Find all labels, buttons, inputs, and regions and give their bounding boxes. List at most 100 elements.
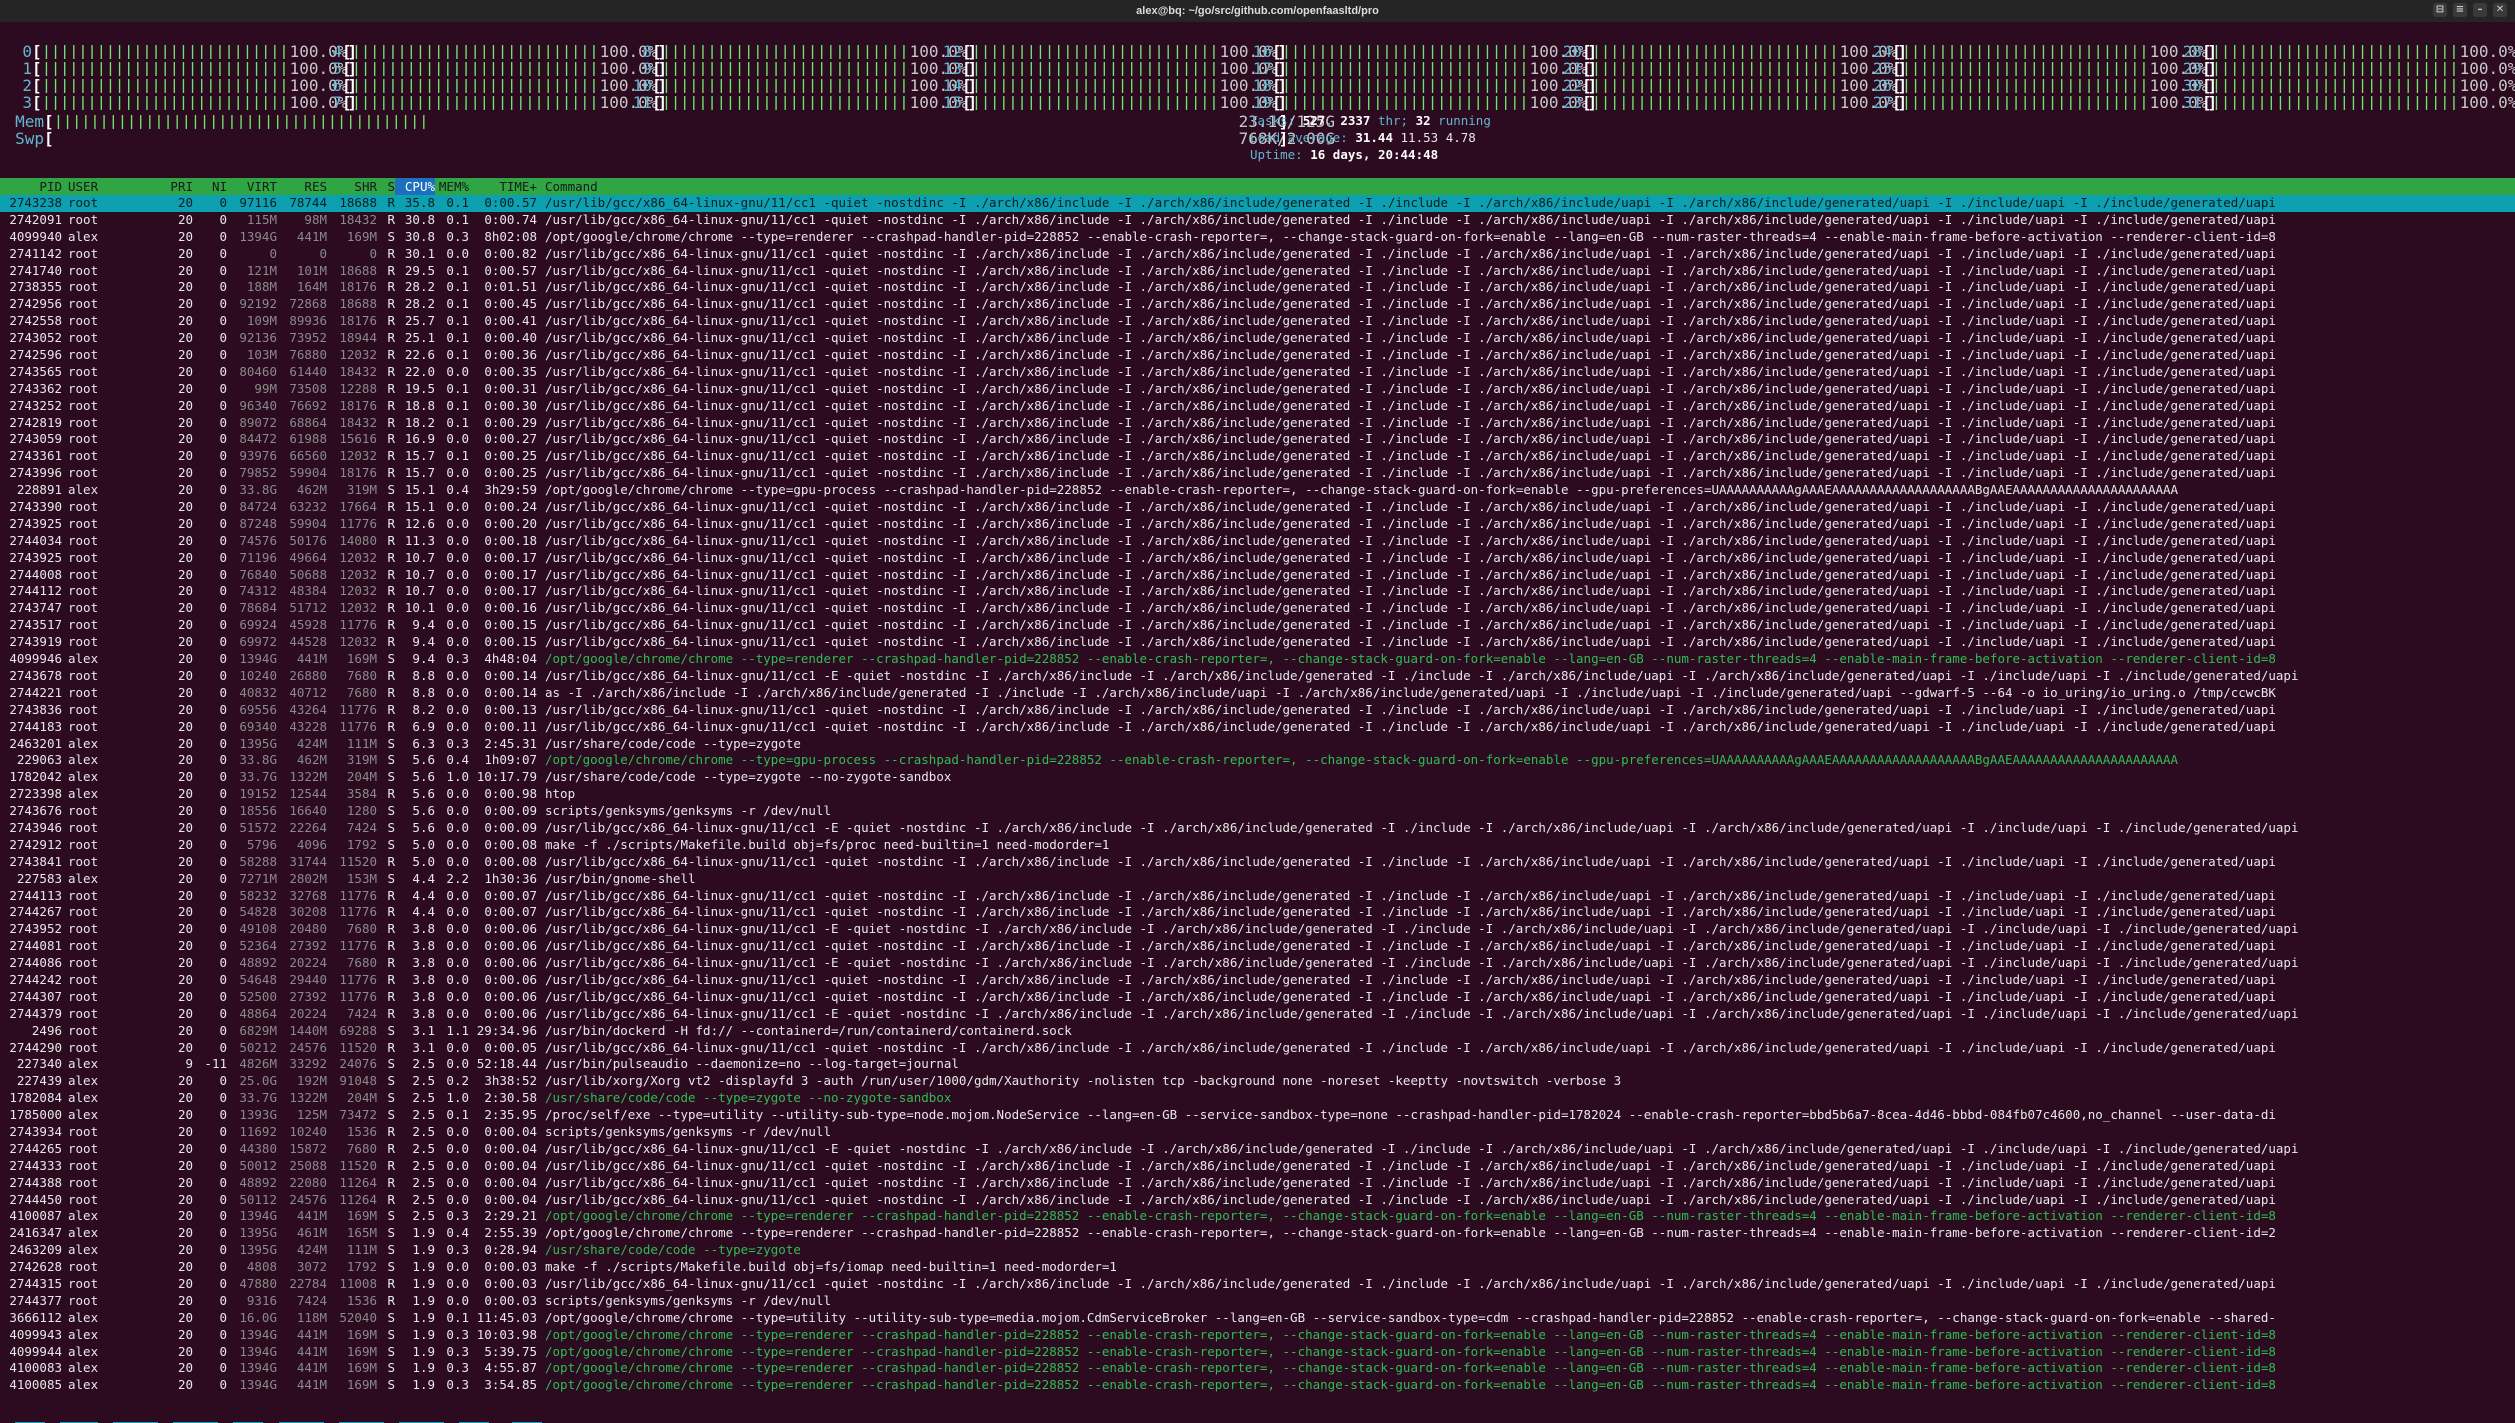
cell-cmd: /opt/google/chrome/chrome --type=rendere… (545, 1326, 2276, 1342)
table-row[interactable]: 4100085 alex 20 0 1394G 441M 169M S 1.9 0.3 3:54.8… (0, 1377, 2515, 1394)
table-row[interactable]: 2743952 root 20 0 49108 20480 7680 R 3.8 0.0 0:00.… (0, 921, 2515, 938)
table-row[interactable]: 2741142 root 20 0 0 0 0 R 30.1 0.0 0:00.82/usr/lib… (0, 246, 2515, 263)
table-row[interactable]: 227583 alex 20 0 7271M 2802M 153M S 4.4 2.2 1h30:3… (0, 871, 2515, 888)
table-row[interactable]: 4099943 alex 20 0 1394G 441M 169M S 1.9 0.3 10:03.… (0, 1327, 2515, 1344)
table-row[interactable]: 2743919 root 20 0 69972 44528 12032 R 9.4 0.0 0:00… (0, 634, 2515, 651)
table-row-selected[interactable]: 2743238 root 20 0 97116 78744 18688 R 35.8 0.1 0:0… (0, 195, 2515, 212)
table-row[interactable]: 2744008 root 20 0 76840 50688 12032 R 10.7 0.0 0:0… (0, 567, 2515, 584)
table-row[interactable]: 4099946 alex 20 0 1394G 441M 169M S 9.4 0.3 4h48:0… (0, 651, 2515, 668)
table-row[interactable]: 2744388 root 20 0 48892 22080 11264 R 2.5 0.0 0:00… (0, 1175, 2515, 1192)
table-row[interactable]: 4099944 alex 20 0 1394G 441M 169M S 1.9 0.3 5:39.7… (0, 1344, 2515, 1361)
table-row[interactable]: 2743517 root 20 0 69924 45928 11776 R 9.4 0.0 0:00… (0, 617, 2515, 634)
table-row[interactable]: 2743996 root 20 0 79852 59904 18176 R 15.7 0.0 0:0… (0, 465, 2515, 482)
table-row[interactable]: 1782084 alex 20 0 33.7G 1322M 204M S 2.5 1.0 2:30.… (0, 1090, 2515, 1107)
table-row[interactable]: 2743052 root 20 0 92136 73952 18944 R 25.1 0.1 0:0… (0, 330, 2515, 347)
table-row[interactable]: 2463201 alex 20 0 1395G 424M 111M S 6.3 0.3 2:45.3… (0, 736, 2515, 753)
table-row[interactable]: 2744221 root 20 0 40832 40712 7680 R 8.8 0.0 0:00.… (0, 685, 2515, 702)
table-row[interactable]: 2416347 alex 20 0 1395G 461M 165M S 1.9 0.4 2:55.3… (0, 1225, 2515, 1242)
column-pid[interactable]: PID (0, 178, 62, 195)
table-row[interactable]: 2463209 alex 20 0 1395G 424M 111M S 1.9 0.3 0:28.9… (0, 1242, 2515, 1259)
table-row[interactable]: 2743841 root 20 0 58288 31744 11520 R 5.0 0.0 0:00… (0, 854, 2515, 871)
uptime-label: Uptime: (1250, 147, 1311, 162)
table-row[interactable]: 2744290 root 20 0 50212 24576 11520 R 3.1 0.0 0:00… (0, 1040, 2515, 1057)
table-row[interactable]: 4100087 alex 20 0 1394G 441M 169M S 2.5 0.3 2:29.2… (0, 1208, 2515, 1225)
column-shr[interactable]: SHR (327, 178, 377, 195)
table-row[interactable]: 2744034 root 20 0 74576 50176 14080 R 11.3 0.0 0:0… (0, 533, 2515, 550)
table-row[interactable]: 2744113 root 20 0 58232 32768 11776 R 4.4 0.0 0:00… (0, 888, 2515, 905)
table-row[interactable]: 2744265 root 20 0 44380 15872 7680 R 2.5 0.0 0:00.… (0, 1141, 2515, 1158)
minimize-icon[interactable]: – (2473, 3, 2487, 17)
table-row[interactable]: 4099940 alex 20 0 1394G 441M 169M S 30.8 0.3 8h02:… (0, 229, 2515, 246)
column-pri[interactable]: PRI (153, 178, 193, 195)
table-row[interactable]: 2744242 root 20 0 54648 29440 11776 R 3.8 0.0 0:00… (0, 972, 2515, 989)
table-row[interactable]: 227439 alex 20 0 25.0G 192M 91048 S 2.5 0.2 3h38:5… (0, 1073, 2515, 1090)
column-command[interactable]: Command (537, 178, 598, 195)
table-row[interactable]: 2743925 root 20 0 87248 59904 11776 R 12.6 0.0 0:0… (0, 516, 2515, 533)
table-row[interactable]: 228891 alex 20 0 33.8G 462M 319M S 15.1 0.4 3h29:5… (0, 482, 2515, 499)
table-row[interactable]: 2744112 root 20 0 74312 48384 12032 R 10.7 0.0 0:0… (0, 583, 2515, 600)
cell-res: 50176 (289, 532, 327, 548)
table-row[interactable]: 2743946 root 20 0 51572 22264 7424 S 5.6 0.0 0:00.… (0, 820, 2515, 837)
table-row[interactable]: 2743678 root 20 0 10240 26880 7680 R 8.8 0.0 0:00.… (0, 668, 2515, 685)
table-row[interactable]: 2744183 root 20 0 69340 43228 11776 R 6.9 0.0 0:00… (0, 719, 2515, 736)
table-row[interactable]: 2743361 root 20 0 93976 66560 12032 R 15.7 0.1 0:0… (0, 448, 2515, 465)
table-row[interactable]: 2742956 root 20 0 92192 72868 18688 R 28.2 0.1 0:0… (0, 296, 2515, 313)
table-row[interactable]: 2743676 root 20 0 18556 16640 1280 S 5.6 0.0 0:00.… (0, 803, 2515, 820)
running-label: running (1430, 113, 1491, 128)
table-row[interactable]: 229063 alex 20 0 33.8G 462M 319M S 5.6 0.4 1h09:07… (0, 752, 2515, 769)
table-row[interactable]: 2744377 root 20 0 9316 7424 1536 R 1.9 0.0 0:00.03… (0, 1293, 2515, 1310)
table-row[interactable]: 2744315 root 20 0 47880 22784 11008 R 1.9 0.0 0:00… (0, 1276, 2515, 1293)
table-row[interactable]: 2743934 root 20 0 11692 10240 1536 R 2.5 0.0 0:00.… (0, 1124, 2515, 1141)
column-mem[interactable]: MEM% (435, 178, 469, 195)
column-state[interactable]: S (377, 178, 395, 195)
cell-cmd: /usr/lib/gcc/x86_64-linux-gnu/11/cc1 -qu… (545, 448, 2276, 464)
column-ni[interactable]: NI (193, 178, 227, 195)
table-row[interactable]: 2742596 root 20 0 103M 76880 12032 R 22.6 0.1 0:00… (0, 347, 2515, 364)
table-row[interactable]: 2743925 root 20 0 71196 49664 12032 R 10.7 0.0 0:0… (0, 550, 2515, 567)
table-row[interactable]: 2744081 root 20 0 52364 27392 11776 R 3.8 0.0 0:00… (0, 938, 2515, 955)
table-row[interactable]: 1785000 alex 20 0 1393G 125M 73472 S 2.5 0.1 2:35.… (0, 1107, 2515, 1124)
table-row[interactable]: 2741740 root 20 0 121M 101M 18688 R 29.5 0.1 0:00.… (0, 263, 2515, 280)
menu-icon[interactable]: ≡ (2453, 3, 2467, 17)
table-row[interactable]: 2742628 root 20 0 4808 3072 1792 S 1.9 0.0 0:00.03… (0, 1259, 2515, 1276)
table-row[interactable]: 2738355 root 20 0 188M 164M 18176 R 28.2 0.1 0:01.… (0, 279, 2515, 296)
table-row[interactable]: 2744086 root 20 0 48892 20224 7680 R 3.8 0.0 0:00.… (0, 955, 2515, 972)
column-cpu-sorted[interactable]: CPU% (395, 178, 435, 195)
column-user[interactable]: USER (62, 178, 153, 195)
table-row[interactable]: 2742558 root 20 0 109M 89936 18176 R 25.7 0.1 0:00… (0, 313, 2515, 330)
table-row[interactable]: 2743565 root 20 0 80460 61440 18432 R 22.0 0.0 0:0… (0, 364, 2515, 381)
table-row[interactable]: 2496 root 20 0 6829M 1440M 69288 S 3.1 1.1 29:34.9… (0, 1023, 2515, 1040)
table-row[interactable]: 2744333 root 20 0 50012 25088 11520 R 2.5 0.0 0:00… (0, 1158, 2515, 1175)
table-row[interactable]: 2744267 root 20 0 54828 30208 11776 R 4.4 0.0 0:00… (0, 904, 2515, 921)
table-row[interactable]: 2744450 root 20 0 50112 24576 11264 R 2.5 0.0 0:00… (0, 1192, 2515, 1209)
table-row[interactable]: 2744307 root 20 0 52500 27392 11776 R 3.8 0.0 0:00… (0, 989, 2515, 1006)
table-row[interactable]: 2742912 root 20 0 5796 4096 1792 S 5.0 0.0 0:00.08… (0, 837, 2515, 854)
cell-s: R (387, 515, 395, 531)
column-res[interactable]: RES (277, 178, 327, 195)
process-list[interactable]: 2743238 root 20 0 97116 78744 18688 R 35.8 0.1 0:0… (0, 195, 2515, 1410)
table-row[interactable]: 2743059 root 20 0 84472 61988 15616 R 16.9 0.0 0:0… (0, 431, 2515, 448)
table-row[interactable]: 3666112 alex 20 0 16.0G 118M 52040 S 1.9 0.1 11:45… (0, 1310, 2515, 1327)
cell-pid: 2743238 (9, 195, 62, 210)
cell-s: R (387, 262, 395, 278)
table-row[interactable]: 1782042 alex 20 0 33.7G 1322M 204M S 5.6 1.0 10:17… (0, 769, 2515, 786)
table-row[interactable]: 2744379 root 20 0 48864 20224 7424 R 3.8 0.0 0:00.… (0, 1006, 2515, 1023)
close-icon[interactable]: ✕ (2493, 3, 2507, 17)
cell-ni: 0 (219, 1022, 227, 1038)
table-row[interactable]: 2743252 root 20 0 96340 76692 18176 R 18.8 0.1 0:0… (0, 398, 2515, 415)
table-row[interactable]: 227340 alex 9 -11 4826M 33292 24076 S 2.5 0.0 52:1… (0, 1056, 2515, 1073)
tile-icon[interactable]: ⊟ (2433, 3, 2447, 17)
table-row[interactable]: 2743836 root 20 0 69556 43264 11776 R 8.2 0.0 0:00… (0, 702, 2515, 719)
table-row[interactable]: 2743747 root 20 0 78684 51712 12032 R 10.1 0.0 0:0… (0, 600, 2515, 617)
cell-res: 76880 (289, 347, 327, 363)
table-row[interactable]: 2723398 alex 20 0 19152 12544 3584 R 5.6 0.0 0:00.… (0, 786, 2515, 803)
column-virt[interactable]: VIRT (227, 178, 277, 195)
terminal[interactable]: 0[||||||||||||||||||||||||||||||||||||||… (0, 22, 2515, 1423)
table-row[interactable]: 4100083 alex 20 0 1394G 441M 169M S 1.9 0.3 4:55.8… (0, 1360, 2515, 1377)
table-row[interactable]: 2742819 root 20 0 89072 68864 18432 R 18.2 0.1 0:0… (0, 415, 2515, 432)
table-row[interactable]: 2742091 root 20 0 115M 98M 18432 R 30.8 0.1 0:00.7… (0, 212, 2515, 229)
table-row[interactable]: 2743362 root 20 0 99M 73508 12288 R 19.5 0.1 0:00.… (0, 381, 2515, 398)
cell-cmd: /usr/lib/gcc/x86_64-linux-gnu/11/cc1 -qu… (545, 566, 2276, 582)
column-time[interactable]: TIME+ (469, 178, 537, 195)
table-row[interactable]: 2743390 root 20 0 84724 63232 17664 R 15.1 0.0 0:0… (0, 499, 2515, 516)
